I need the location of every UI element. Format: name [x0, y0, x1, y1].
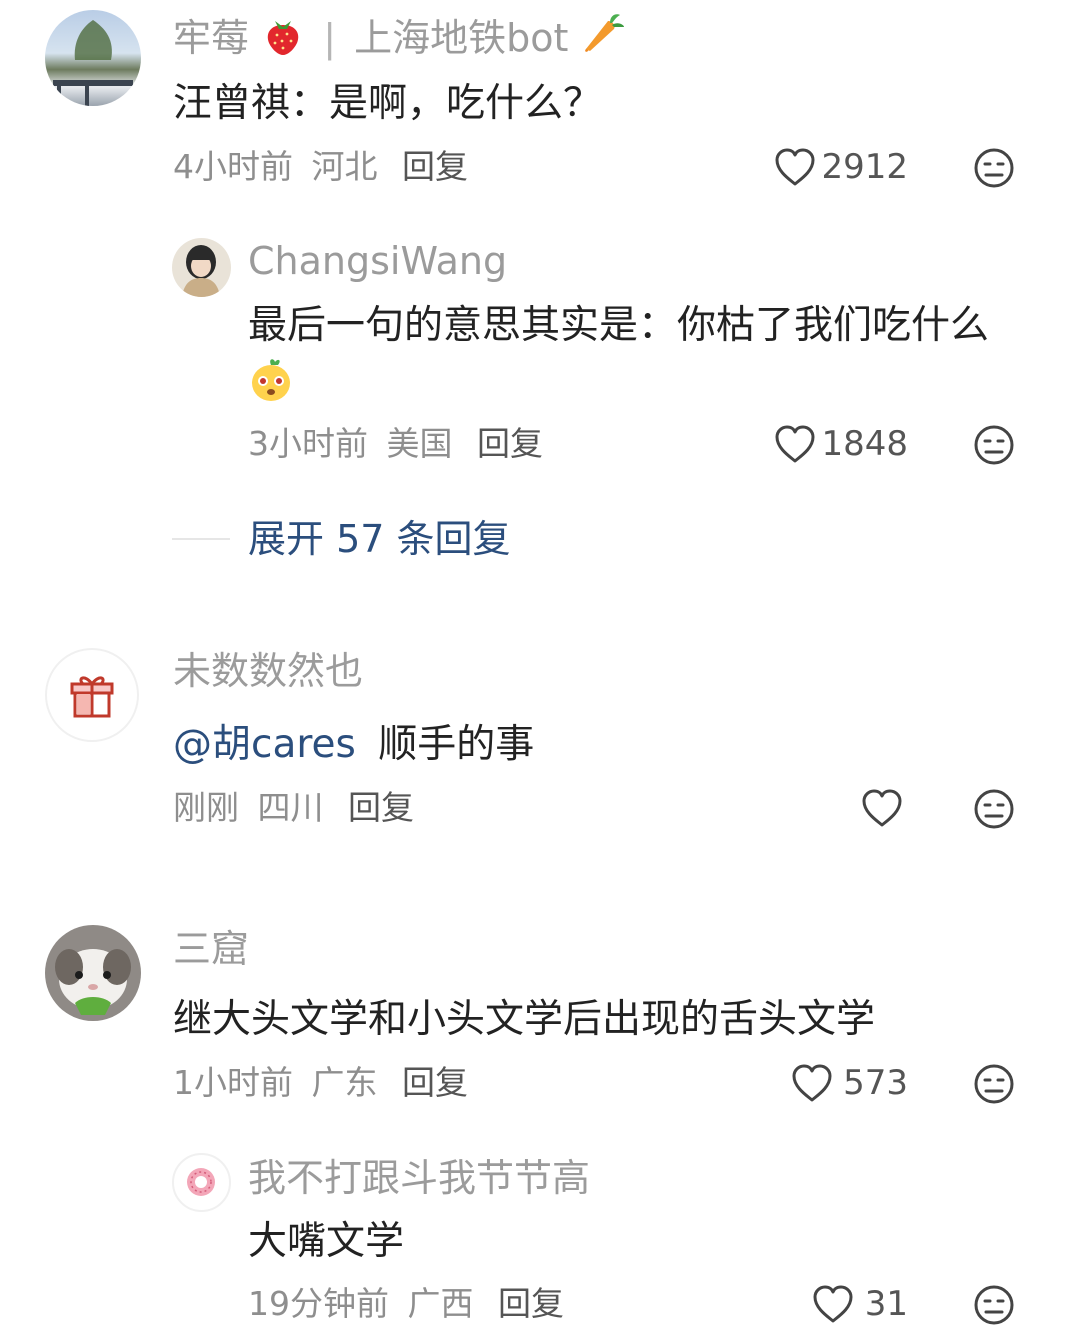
comment-text: 汪曾祺：是啊，吃什么？: [173, 81, 603, 126]
comment-time: 19分钟前: [248, 1284, 389, 1323]
comment-time: 刚刚: [173, 788, 239, 827]
reply-text: 大嘴文学: [248, 1219, 405, 1264]
comment-location: 广东: [311, 1063, 378, 1102]
like-count: 1848: [821, 424, 908, 464]
avatar[interactable]: [45, 648, 139, 742]
comment-meta: 1小时前 广东 回复: [173, 1063, 468, 1103]
like-count: 2912: [821, 147, 908, 187]
gift-icon: [70, 676, 114, 718]
expand-replies-button[interactable]: 展开 57 条回复: [248, 516, 511, 562]
meh-face-icon[interactable]: [973, 1063, 1015, 1105]
like-count: 573: [843, 1063, 908, 1103]
meh-face-icon[interactable]: [973, 424, 1015, 466]
avatar[interactable]: [45, 10, 141, 106]
expand-divider: [172, 538, 230, 540]
meh-face-icon[interactable]: [973, 147, 1015, 189]
badge-divider: |: [323, 16, 337, 60]
reply-button[interactable]: 回复: [477, 424, 543, 463]
avatar[interactable]: [172, 238, 231, 297]
reply-button[interactable]: 回复: [402, 147, 468, 186]
comment-location: 美国: [386, 424, 453, 463]
carrot-icon: [580, 11, 626, 65]
comment-location: 广西: [407, 1284, 474, 1323]
strawberry-icon: [261, 13, 305, 67]
comment-meta: 4小时前 河北 回复: [173, 147, 468, 187]
comment-time: 4小时前: [173, 147, 293, 186]
avatar[interactable]: [45, 925, 141, 1021]
emoji-sticker-icon: [248, 356, 294, 420]
comment-time: 3小时前: [248, 424, 368, 463]
reply-text: 最后一句的意思其实是：你枯了我们吃什么: [248, 298, 1018, 420]
comment-text: @胡cares 顺手的事: [173, 717, 534, 773]
like-count: 31: [864, 1284, 908, 1324]
comment-body: 顺手的事: [378, 722, 535, 767]
comment-author[interactable]: 未数数然也: [173, 648, 363, 694]
reply-button[interactable]: 回复: [402, 1063, 468, 1102]
reply-button[interactable]: 回复: [348, 788, 414, 827]
comment-text: 继大头文学和小头文学后出现的舌头文学: [173, 997, 876, 1042]
author-name: 牢莓: [173, 16, 250, 60]
comment-location: 河北: [311, 147, 378, 186]
reply-author[interactable]: ChangsiWang: [248, 238, 507, 284]
avatar[interactable]: [172, 1153, 231, 1212]
reply-button[interactable]: 回复: [498, 1284, 564, 1323]
comment-author[interactable]: 牢莓 | 上海地铁bot: [173, 11, 626, 67]
comment-time: 1小时前: [173, 1063, 293, 1102]
comment-location: 四川: [257, 788, 324, 827]
reply-meta: 3小时前 美国 回复: [248, 424, 543, 464]
meh-face-icon[interactable]: [973, 788, 1015, 830]
mention-link[interactable]: @胡cares: [173, 722, 356, 767]
comment-meta: 刚刚 四川 回复: [173, 788, 414, 828]
meh-face-icon[interactable]: [973, 1284, 1015, 1326]
heart-outline-icon[interactable]: [860, 787, 904, 829]
comment-author[interactable]: 三窟: [173, 926, 249, 972]
reply-author[interactable]: 我不打跟斗我节节高: [248, 1155, 590, 1201]
reply-meta: 19分钟前 广西 回复: [248, 1284, 564, 1324]
author-badge: 上海地铁bot: [354, 16, 569, 60]
